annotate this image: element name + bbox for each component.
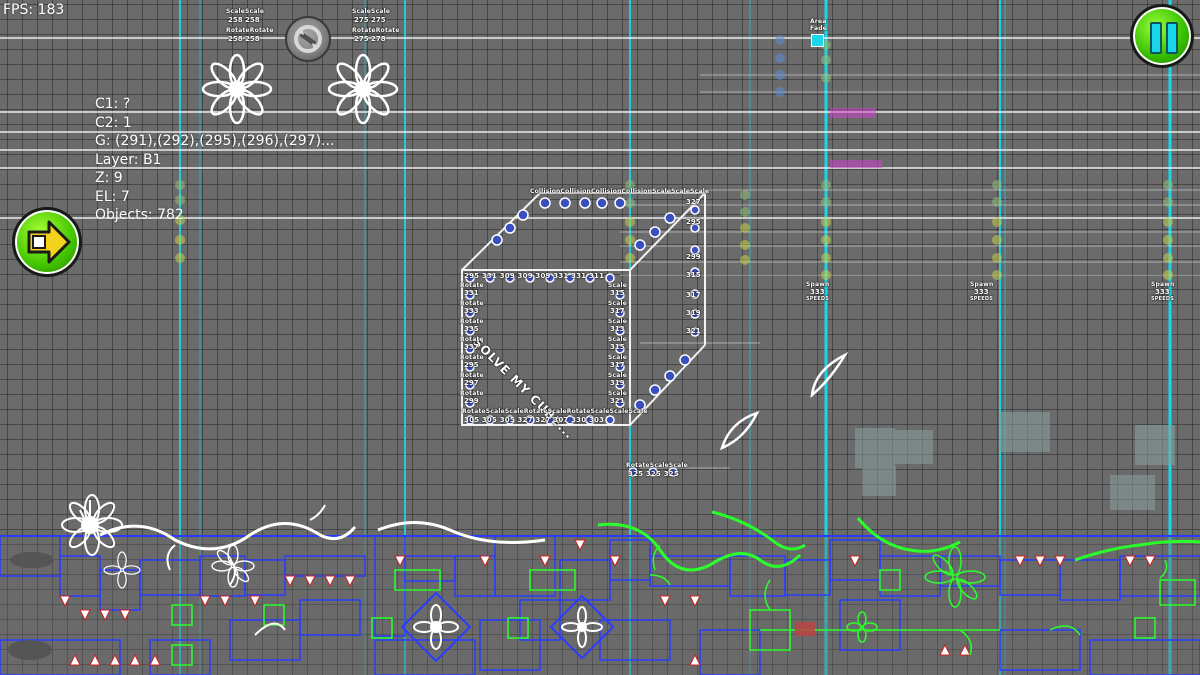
debug-line-layer: Layer: B1 bbox=[95, 151, 162, 168]
debug-line-groups: G: (291),(292),(295),(296),(297)... bbox=[95, 133, 335, 149]
debug-line-z: Z: 9 bbox=[95, 170, 123, 186]
rotate-trigger-icon[interactable] bbox=[285, 16, 331, 62]
playtest-button[interactable] bbox=[12, 207, 82, 277]
pause-icon bbox=[1166, 22, 1178, 54]
play-arrow-icon bbox=[27, 220, 71, 264]
debug-line-el: EL: 7 bbox=[95, 188, 130, 205]
pause-icon bbox=[1150, 22, 1162, 54]
editor-canvas[interactable]: SOLVE MY CUBE... CollisionCollisionColli… bbox=[0, 0, 1200, 675]
debug-line-c1: C1: ? bbox=[95, 96, 131, 112]
debug-line-c2: C2: 1 bbox=[95, 114, 132, 131]
pause-button[interactable] bbox=[1130, 4, 1194, 68]
debug-info-panel: C1: ? C2: 1 G: (291),(292),(295),(296),(… bbox=[95, 95, 334, 225]
debug-line-objects: Objects: 782 bbox=[95, 207, 184, 223]
fps-counter: FPS: 183 bbox=[3, 2, 65, 18]
